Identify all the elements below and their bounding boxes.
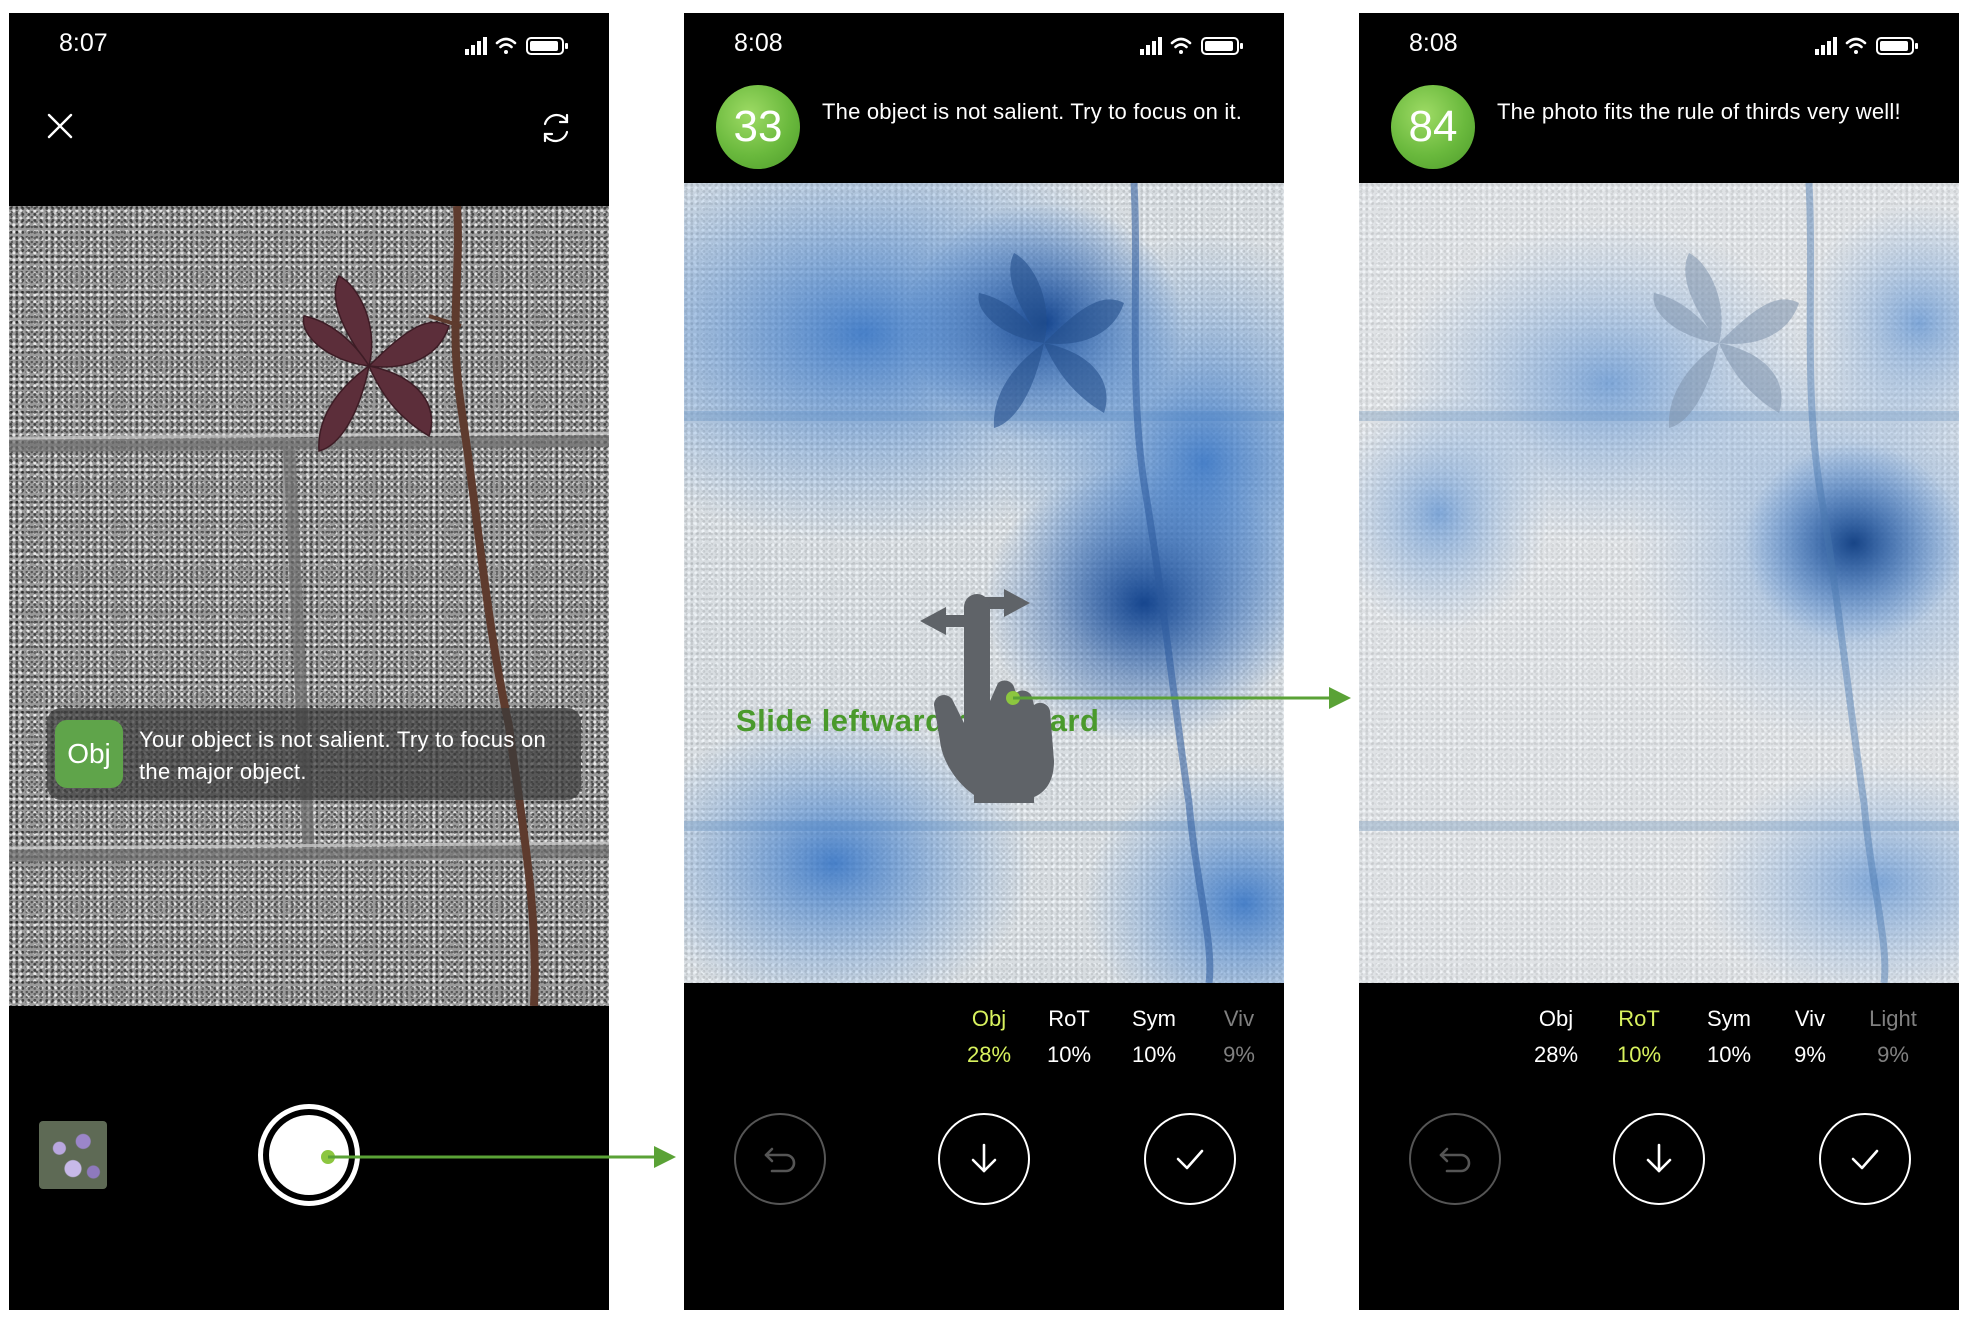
connector-shutter-to-score bbox=[321, 1146, 676, 1168]
connector-swipe-to-thirds bbox=[1006, 687, 1351, 709]
flow-connectors bbox=[321, 687, 1351, 1168]
